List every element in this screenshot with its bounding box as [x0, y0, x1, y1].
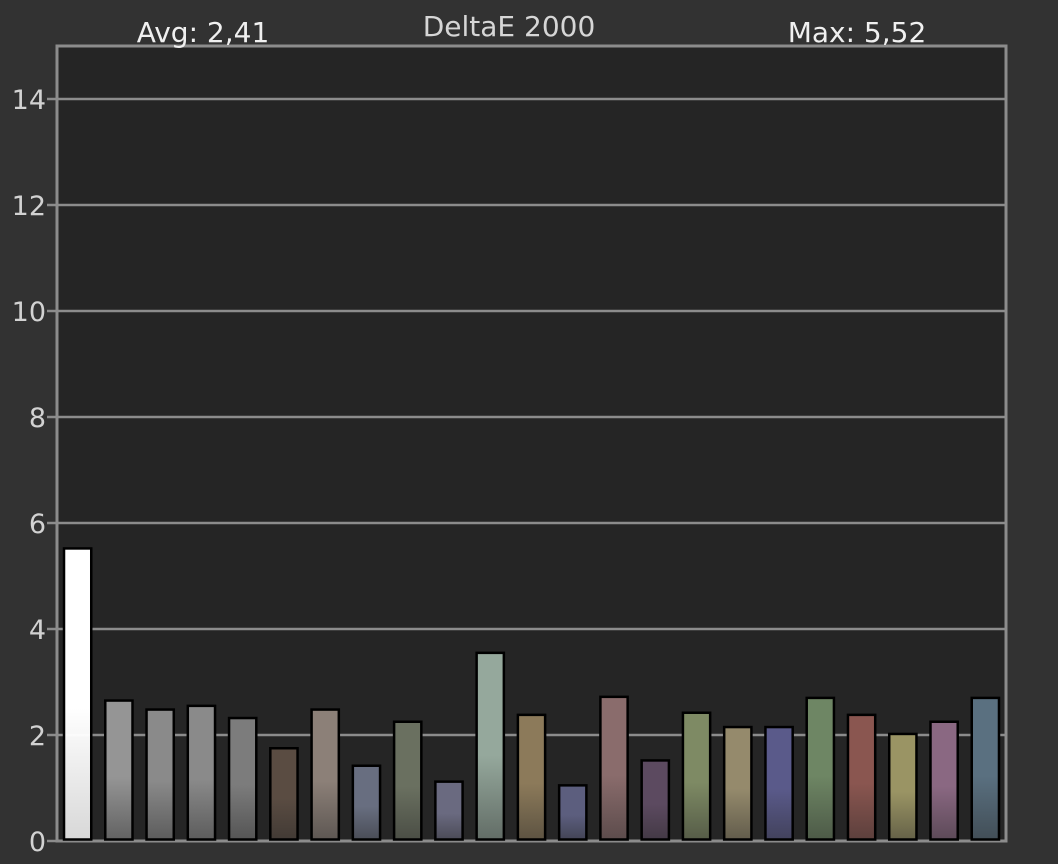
avg-label: Avg: 2,41	[137, 16, 270, 49]
bar	[227, 716, 258, 841]
bar	[145, 708, 176, 841]
y-tick-label: 10	[12, 297, 46, 328]
bar	[764, 725, 794, 841]
bar	[351, 764, 382, 841]
bar	[599, 695, 629, 841]
bar	[929, 720, 959, 841]
bar	[186, 704, 217, 841]
bar	[681, 711, 712, 841]
bar	[392, 720, 423, 841]
y-tick-label: 6	[29, 509, 46, 540]
y-tick-label: 12	[12, 191, 46, 222]
y-tick-label: 0	[29, 827, 46, 858]
max-label: Max: 5,52	[788, 16, 927, 49]
bar	[475, 651, 506, 841]
bar	[516, 713, 547, 841]
y-tick-label: 14	[12, 85, 46, 116]
bar	[557, 784, 588, 841]
bar	[805, 696, 836, 841]
delta-e-bar-chart: 0 2 4 6 8 10 12 14 Avg: 2,41 DeltaE 2000 Max: 5…	[12, 10, 1008, 858]
chart-root: 0 2 4 6 8 10 12 14 Avg: 2,41 DeltaE 2000 Max: 5…	[0, 0, 1058, 864]
y-tick-label: 4	[29, 615, 46, 646]
bar	[310, 708, 341, 841]
bar	[104, 699, 134, 841]
bar	[970, 696, 1001, 841]
y-tick-label: 2	[29, 721, 46, 752]
y-axis: 0 2 4 6 8 10 12 14	[12, 85, 57, 858]
bar	[62, 547, 93, 841]
bar	[887, 732, 918, 841]
bar	[640, 759, 671, 841]
bar	[722, 725, 753, 841]
bar	[269, 747, 299, 841]
chart-title: DeltaE 2000	[423, 10, 596, 43]
bar	[434, 780, 464, 841]
y-tick-label: 8	[29, 403, 46, 434]
bar	[846, 713, 877, 841]
